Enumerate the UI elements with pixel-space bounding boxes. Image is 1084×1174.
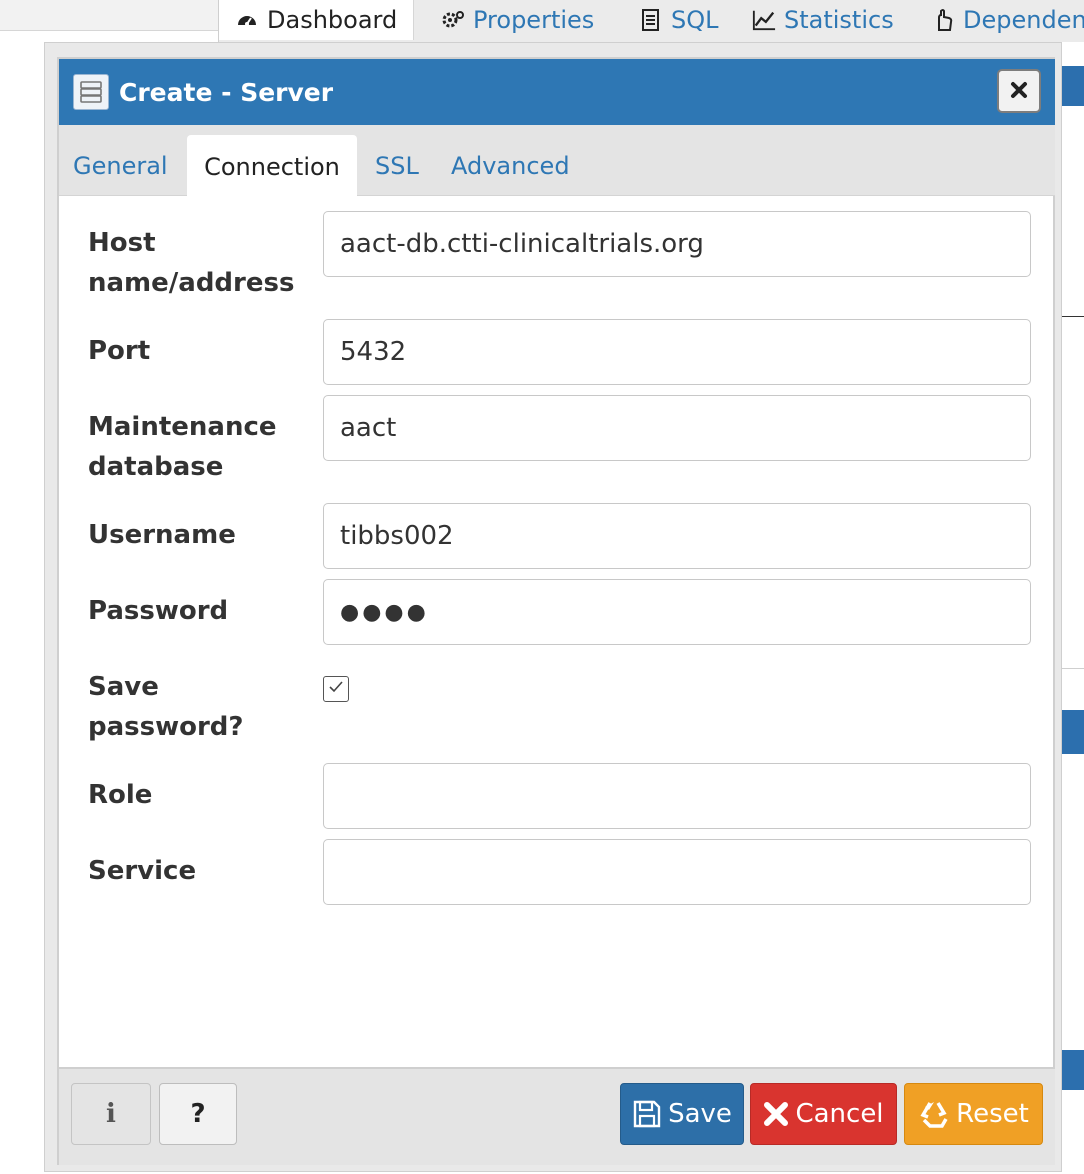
floppy-disk-icon (632, 1099, 662, 1129)
dashboard-icon (235, 8, 259, 32)
tab-dependencies[interactable]: Dependen (931, 0, 1084, 40)
password-input[interactable] (323, 579, 1031, 645)
tab-ssl[interactable]: SSL (375, 125, 419, 195)
service-label: Service (88, 856, 197, 886)
port-label: Port (88, 336, 151, 366)
service-input[interactable] (323, 839, 1031, 905)
host-input[interactable] (323, 211, 1031, 277)
password-label: Password (88, 596, 229, 626)
maintenance-database-label: Maintenance database (88, 412, 277, 482)
background-left-panel (0, 0, 218, 31)
line-chart-icon (752, 8, 776, 32)
recycle-icon (918, 1099, 950, 1129)
dialog-footer: i ? Save Cancel Reset (59, 1067, 1055, 1165)
tab-advanced[interactable]: Advanced (451, 125, 570, 195)
tab-properties[interactable]: Properties (441, 0, 594, 40)
tab-connection[interactable]: Connection (187, 135, 357, 196)
tab-statistics[interactable]: Statistics (752, 0, 894, 40)
save-password-checkbox[interactable] (323, 676, 349, 702)
tab-dashboard[interactable]: Dashboard (219, 0, 415, 40)
close-icon (1009, 80, 1029, 103)
close-button[interactable] (997, 69, 1041, 113)
server-icon (73, 74, 109, 110)
dialog-titlebar[interactable]: Create - Server (59, 59, 1055, 125)
checkmark-icon (327, 678, 345, 700)
file-text-icon (639, 8, 663, 32)
role-label: Role (88, 780, 153, 810)
maintenance-database-input[interactable] (323, 395, 1031, 461)
username-label: Username (88, 520, 236, 550)
background-tab-bar: Dashboard Properties SQL Statistics Depe… (218, 0, 1084, 42)
question-icon: ? (190, 1099, 206, 1129)
save-password-label: Save password? (88, 672, 244, 742)
hand-pointer-icon (931, 8, 955, 32)
gears-icon (441, 8, 465, 32)
close-icon (763, 1101, 789, 1127)
cancel-button[interactable]: Cancel (750, 1083, 897, 1145)
username-input[interactable] (323, 503, 1031, 569)
role-input[interactable] (323, 763, 1031, 829)
help-button[interactable]: ? (159, 1083, 237, 1145)
info-icon: i (106, 1099, 116, 1129)
dialog-tabs: General Connection SSL Advanced (59, 125, 1055, 196)
info-button[interactable]: i (71, 1083, 151, 1145)
tab-general[interactable]: General (73, 125, 168, 195)
tab-sql[interactable]: SQL (639, 0, 719, 40)
port-input[interactable] (323, 319, 1031, 385)
host-label: Host name/address (88, 228, 295, 298)
dialog-title: Create - Server (119, 77, 334, 107)
create-server-dialog: Create - Server General Connection SSL A… (57, 57, 1055, 1165)
save-button[interactable]: Save (620, 1083, 744, 1145)
reset-button[interactable]: Reset (904, 1083, 1043, 1145)
